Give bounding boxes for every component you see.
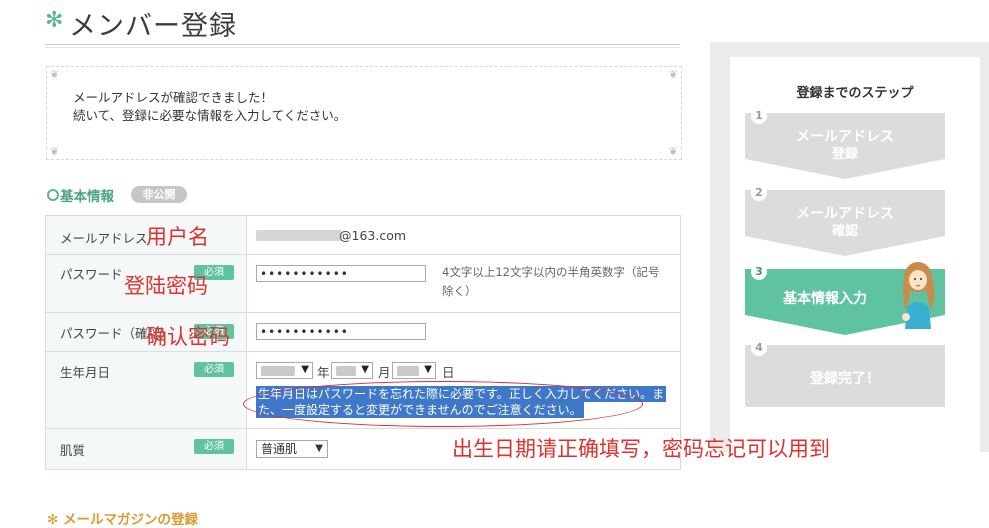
row-label-cell: 生年月日 必須 (46, 352, 247, 428)
step-label-line: メールアドレス (796, 129, 894, 145)
annotation-birthday-note: 出生日期请正确填写，密码忘记可以用到 (452, 437, 830, 461)
email-redacted (256, 230, 342, 241)
notice-text: メールアドレスが確認できました！ (73, 90, 274, 105)
page-title: メンバー登録 (69, 11, 237, 42)
asterisk-icon: ✻ (45, 8, 64, 33)
redacted-value (397, 366, 419, 376)
title-divider (45, 47, 680, 48)
birth-month-select[interactable]: ▼ (331, 362, 373, 379)
private-badge: 非公開 (131, 186, 187, 203)
step-4: 4 登録完了！ (745, 340, 945, 407)
girl-illustration-icon (902, 262, 935, 329)
birth-year-select[interactable]: ▼ (256, 362, 313, 379)
annotation-confirm-password: 确认密码 (146, 325, 230, 349)
step-1: 1 メールアドレス 登録 (745, 108, 945, 179)
redacted-value (261, 366, 295, 376)
next-section-text: メールマガジンの登録 (63, 512, 199, 528)
password-confirm-input[interactable]: ••••••••••• (256, 323, 426, 340)
notice-text: 続いて、登録に必要な情報を入力してください。 (73, 108, 347, 123)
annotation-username: 用户名 (146, 225, 209, 249)
dropdown-arrow-icon: ▼ (301, 364, 309, 375)
notice-box: ❦ ❦ ❦ ❦ メールアドレスが確認できました！ 続いて、登録に必要な情報を入力… (46, 66, 682, 160)
next-section-title: ✻ メールマガジンの登録 (47, 512, 199, 528)
month-unit: 月 (378, 365, 391, 380)
corner-ornament-icon: ❦ (668, 145, 678, 158)
corner-ornament-icon: ❦ (668, 68, 678, 81)
required-badge: 必須 (194, 439, 234, 454)
basic-info-table: メールアドレス @163.com パスワード 必須 ••••••••••• 4文… (45, 215, 681, 470)
step-2: 2 メールアドレス 確認 (745, 185, 945, 256)
steps-title: 登録までのステップ (796, 86, 914, 101)
dropdown-arrow-icon: ▼ (361, 364, 369, 375)
skin-label: 肌質 (60, 443, 86, 458)
email-value: @163.com (339, 228, 407, 243)
step-label: 登録完了！ (810, 371, 880, 387)
email-label: メールアドレス (60, 231, 148, 246)
step-label: メールアドレス 登録 (745, 129, 945, 163)
birthday-label: 生年月日 (60, 365, 111, 380)
dropdown-arrow-icon: ▼ (315, 443, 323, 454)
step-label-line: メールアドレス (796, 206, 894, 222)
skin-selected: 普通肌 (261, 442, 298, 456)
skin-select[interactable]: 普通肌 ▼ (256, 440, 328, 458)
corner-ornament-icon: ❦ (50, 68, 60, 81)
step-number: 3 (751, 264, 767, 280)
step-number: 1 (751, 108, 767, 124)
step-number: 4 (751, 340, 767, 356)
step-number: 2 (751, 185, 767, 201)
section-title: 基本情報 (60, 189, 114, 205)
annotation-login-password: 登陆密码 (124, 274, 208, 298)
dropdown-arrow-icon: ▼ (424, 364, 432, 375)
corner-ornament-icon: ❦ (50, 145, 60, 158)
password-label: パスワード (60, 267, 123, 282)
password-input[interactable]: ••••••••••• (256, 265, 426, 282)
page-header: ✻ メンバー登録 (45, 4, 680, 45)
annotation-ellipse (243, 381, 643, 427)
step-3: 3 基本情報入力 (745, 262, 945, 335)
birth-day-select[interactable]: ▼ (392, 362, 436, 379)
step-label-line: 登録 (831, 147, 858, 162)
password-confirm-row: パスワード（確認） 必須 ••••••••••• (46, 313, 680, 352)
required-badge: 必須 (194, 362, 234, 377)
redacted-value (336, 366, 356, 376)
step-label-line: 確認 (831, 224, 858, 239)
circle-icon (47, 189, 59, 201)
day-unit: 日 (442, 365, 455, 380)
password-hint: 4文字以上12文字以内の半角英数字（記号除く） (442, 265, 660, 298)
row-label-cell: 肌質 必須 (46, 429, 247, 469)
step-label: メールアドレス 確認 (745, 206, 945, 240)
year-unit: 年 (317, 365, 330, 380)
email-row: メールアドレス @163.com (46, 216, 680, 255)
